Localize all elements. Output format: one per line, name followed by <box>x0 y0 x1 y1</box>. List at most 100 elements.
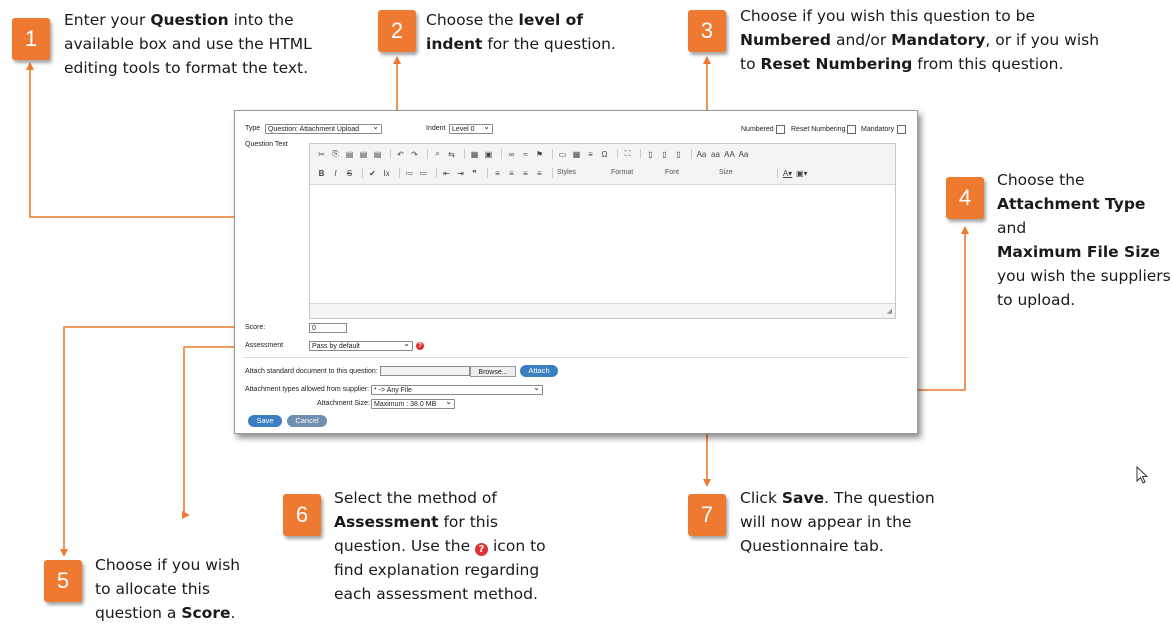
callout-line: Choose if you wish <box>95 553 240 577</box>
callout-segment: Choose the <box>426 11 519 29</box>
paste-word-icon[interactable]: ▤ <box>372 150 383 159</box>
callout-segment: Choose if you wish this question to be <box>740 7 1036 25</box>
callout-line: Assessment for this <box>334 510 546 534</box>
step-badge-2: 2 <box>378 10 416 52</box>
image-icon[interactable]: ▭ <box>557 150 568 159</box>
callout-segment: to <box>740 55 761 73</box>
anchor-icon[interactable]: ⚑ <box>534 150 545 159</box>
lowercase-icon[interactable]: aa <box>710 150 721 159</box>
callout-segment: to allocate this <box>95 580 210 598</box>
callout-text-2: Choose the level of indent for the questi… <box>426 8 616 56</box>
paste-icon[interactable]: ▤ <box>344 150 355 159</box>
link-icon[interactable]: ∞ <box>506 150 517 159</box>
question-editor-panel: Type Question: Attachment Upload Indent … <box>234 110 918 434</box>
uppercase-icon[interactable]: AA <box>724 150 735 159</box>
paste-text-icon[interactable]: ▤ <box>358 150 369 159</box>
blockquote-icon[interactable]: ❞ <box>469 169 480 178</box>
format-paint-icon[interactable]: ✔ <box>367 169 378 178</box>
size-combo[interactable]: Size <box>719 168 767 178</box>
reset-numbering-checkbox[interactable] <box>847 125 856 134</box>
callout-segment: will now appear in the <box>740 513 912 531</box>
callout-bold: Mandatory <box>891 31 986 49</box>
text-color-icon[interactable]: A▾ <box>782 169 793 178</box>
save-button[interactable]: Save <box>248 415 282 427</box>
format-combo[interactable]: Format <box>611 168 659 178</box>
type-select[interactable]: Question: Attachment Upload <box>265 122 382 134</box>
cut-icon[interactable]: ✂ <box>316 150 327 159</box>
select-all-icon[interactable]: ▦ <box>469 150 480 159</box>
titlecase-icon[interactable]: Aa <box>738 150 749 159</box>
unlink-icon[interactable]: ≈ <box>520 150 531 159</box>
indent-icon[interactable]: ⇥ <box>455 169 466 178</box>
callout-line: Choose the level of <box>426 8 616 32</box>
callout-line: will now appear in the <box>740 510 935 534</box>
cancel-button[interactable]: Cancel <box>287 415 327 427</box>
callout-segment: . <box>230 604 236 622</box>
mandatory-checkbox[interactable] <box>897 125 906 134</box>
strike-icon[interactable]: S <box>344 169 355 178</box>
attachment-size-select[interactable]: Maximum : 38.0 MB <box>371 397 455 409</box>
help-icon: ? <box>475 543 489 556</box>
replace-icon[interactable]: ⇆ <box>446 150 457 159</box>
callout-segment: for this <box>438 513 498 531</box>
score-input[interactable]: 0 <box>309 323 347 333</box>
attach-button[interactable]: Attach <box>520 365 558 377</box>
bold-icon[interactable]: B <box>316 169 327 178</box>
callout-bold: Reset Numbering <box>760 55 913 73</box>
indent-select[interactable]: Level 0 <box>449 122 493 134</box>
callout-text-7: Click Save. The question will now appear … <box>740 486 935 558</box>
maximize-icon[interactable]: ⛶ <box>622 149 633 159</box>
indent-label: Indent <box>426 125 446 132</box>
source-icon[interactable]: ▯ <box>645 150 656 159</box>
spellcheck-icon[interactable]: ▣ <box>483 150 494 159</box>
callout-line: Click Save. The question <box>740 486 935 510</box>
callout-bold: Question <box>150 11 229 29</box>
template-icon[interactable]: ▯ <box>659 150 670 159</box>
redo-icon[interactable]: ↷ <box>409 150 420 159</box>
numbered-list-icon[interactable]: ≔ <box>404 169 415 178</box>
styles-combo[interactable]: Styles <box>557 168 605 178</box>
callout-segment: you wish the suppliers <box>997 267 1171 285</box>
numbered-checkbox[interactable] <box>776 125 785 134</box>
table-icon[interactable]: ▦ <box>571 150 582 159</box>
callout-segment: into the <box>228 11 294 29</box>
browse-button[interactable]: Browse... <box>470 366 516 377</box>
preview-icon[interactable]: ▯ <box>673 150 684 159</box>
question-text-editor[interactable]: ✂ ⎘ ▤ ▤ ▤ ↶ ↷ ⌕ ⇆ ▦ ▣ ∞ ≈ ⚑ ▭ ▦ ≡ Ω ⛶ ▯ … <box>309 143 896 319</box>
find-icon[interactable]: ⌕ <box>432 149 443 159</box>
align-center-icon[interactable]: ≡ <box>506 169 517 178</box>
hr-icon[interactable]: ≡ <box>585 150 596 159</box>
italic-icon[interactable]: I <box>330 169 341 178</box>
step-badge-4: 4 <box>946 177 984 219</box>
callout-bold: Maximum File Size <box>997 243 1161 261</box>
align-justify-icon[interactable]: ≡ <box>534 169 545 178</box>
bullet-list-icon[interactable]: ≔ <box>418 169 429 178</box>
clear-format-icon[interactable]: Ix <box>381 169 392 178</box>
callout-segment: find explanation regarding <box>334 561 540 579</box>
callout-segment: editing tools to format the text. <box>64 59 309 77</box>
step-badge-3: 3 <box>688 10 726 52</box>
callout-line: to upload. <box>997 288 1172 312</box>
special-char-icon[interactable]: Ω <box>599 150 610 159</box>
copy-icon[interactable]: ⎘ <box>330 149 341 159</box>
callout-line: you wish the suppliers <box>997 264 1172 288</box>
font-combo[interactable]: Font <box>665 168 713 178</box>
callout-segment: from this question. <box>912 55 1064 73</box>
attachment-types-select[interactable]: * -> Any File <box>371 383 543 395</box>
resize-handle-icon[interactable]: ◢ <box>887 307 892 315</box>
callout-segment: question a <box>95 604 182 622</box>
align-left-icon[interactable]: ≡ <box>492 169 503 178</box>
editor-toolbar: ✂ ⎘ ▤ ▤ ▤ ↶ ↷ ⌕ ⇆ ▦ ▣ ∞ ≈ ⚑ ▭ ▦ ≡ Ω ⛶ ▯ … <box>310 144 895 185</box>
attach-file-path[interactable] <box>380 366 470 376</box>
help-icon[interactable]: ? <box>416 342 424 350</box>
callout-line: available box and use the HTML <box>64 32 312 56</box>
callout-bold: Numbered <box>740 31 832 49</box>
callout-text-4: Choose the Attachment Type and Maximum Fil… <box>997 168 1172 312</box>
spell-icon[interactable]: Aa <box>696 150 707 159</box>
outdent-icon[interactable]: ⇤ <box>441 169 452 178</box>
assessment-select[interactable]: Pass by default <box>309 339 413 351</box>
bg-color-icon[interactable]: ▣▾ <box>796 169 808 178</box>
callout-segment: Choose the <box>997 171 1085 189</box>
undo-icon[interactable]: ↶ <box>395 150 406 159</box>
align-right-icon[interactable]: ≡ <box>520 169 531 178</box>
